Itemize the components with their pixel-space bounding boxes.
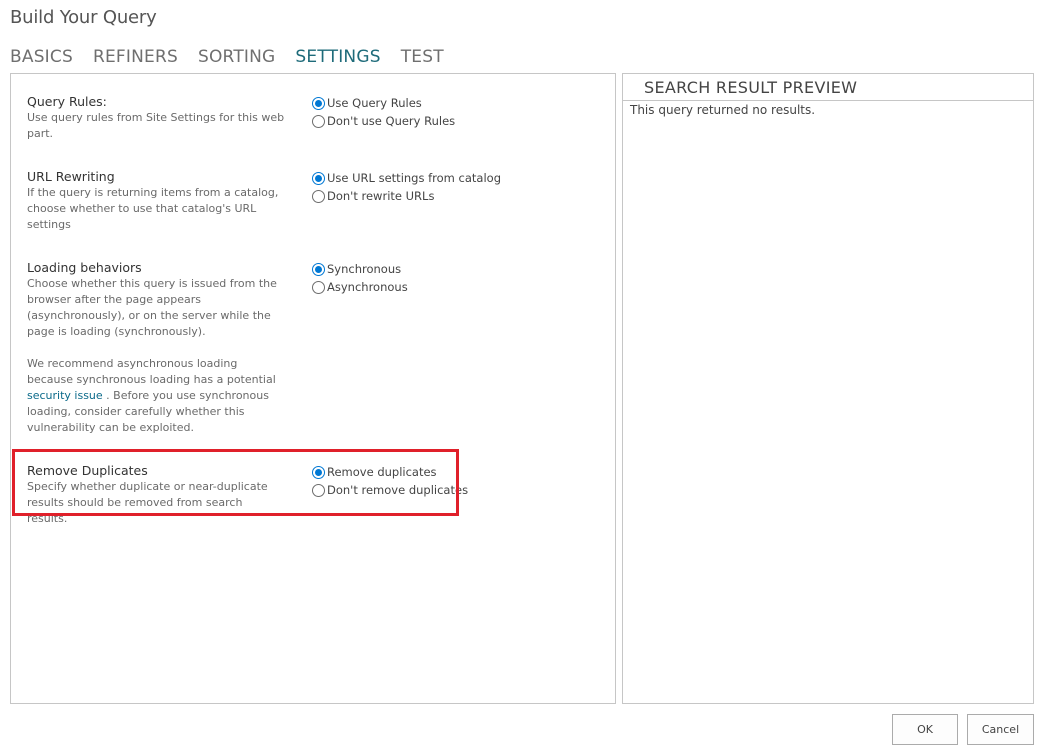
option-label: Use Query Rules xyxy=(327,96,422,110)
url-rewriting-description: If the query is returning items from a c… xyxy=(27,186,279,231)
tab-settings[interactable]: SETTINGS xyxy=(295,47,380,67)
dont-rewrite-urls-option[interactable]: Don't rewrite URLs xyxy=(312,187,501,205)
url-rewriting-section: URL Rewriting If the query is returning … xyxy=(27,169,587,233)
preview-header: SEARCH RESULT PREVIEW xyxy=(623,74,1033,101)
url-rewriting-options: Use URL settings from catalog Don't rewr… xyxy=(312,169,501,205)
recommendation-text-before: We recommend asynchronous loading becaus… xyxy=(27,357,276,386)
option-label: Asynchronous xyxy=(327,280,408,294)
query-rules-description: Use query rules from Site Settings for t… xyxy=(27,111,285,140)
loading-recommendation: We recommend asynchronous loading becaus… xyxy=(27,356,285,436)
url-rewriting-title: URL Rewriting xyxy=(27,169,115,184)
option-label: Don't rewrite URLs xyxy=(327,189,435,203)
use-url-settings-option[interactable]: Use URL settings from catalog xyxy=(312,169,501,187)
asynchronous-option[interactable]: Asynchronous xyxy=(312,278,408,296)
radio-checked-icon[interactable] xyxy=(312,262,325,276)
query-rules-options: Use Query Rules Don't use Query Rules xyxy=(312,94,455,130)
tab-basics[interactable]: BASICS xyxy=(10,47,73,67)
ok-button[interactable]: OK xyxy=(892,714,958,745)
use-query-rules-option[interactable]: Use Query Rules xyxy=(312,94,455,112)
option-label: Use URL settings from catalog xyxy=(327,171,501,185)
dont-use-query-rules-option[interactable]: Don't use Query Rules xyxy=(312,112,455,130)
tab-refiners[interactable]: REFINERS xyxy=(93,47,178,67)
loading-behaviors-title: Loading behaviors xyxy=(27,260,142,275)
loading-behaviors-description: Choose whether this query is issued from… xyxy=(27,277,277,338)
tab-sorting[interactable]: SORTING xyxy=(198,47,275,67)
query-rules-title: Query Rules: xyxy=(27,94,107,109)
tab-bar: BASICS REFINERS SORTING SETTINGS TEST xyxy=(10,47,464,67)
radio-checked-icon[interactable] xyxy=(312,96,325,110)
tab-test[interactable]: TEST xyxy=(401,47,444,67)
cancel-button[interactable]: Cancel xyxy=(967,714,1034,745)
loading-behaviors-options: Synchronous Asynchronous xyxy=(312,260,408,296)
remove-duplicates-highlight-box xyxy=(12,449,459,516)
radio-unchecked-icon[interactable] xyxy=(312,280,325,294)
loading-behaviors-section: Loading behaviors Choose whether this qu… xyxy=(27,260,587,436)
radio-unchecked-icon[interactable] xyxy=(312,189,325,203)
synchronous-option[interactable]: Synchronous xyxy=(312,260,408,278)
security-issue-link[interactable]: security issue xyxy=(27,389,103,402)
settings-panel: Query Rules: Use query rules from Site S… xyxy=(10,73,616,704)
radio-checked-icon[interactable] xyxy=(312,171,325,185)
dialog-title: Build Your Query xyxy=(10,7,157,28)
query-rules-section: Query Rules: Use query rules from Site S… xyxy=(27,94,587,142)
preview-message: This query returned no results. xyxy=(630,103,816,117)
option-label: Don't use Query Rules xyxy=(327,114,456,128)
radio-unchecked-icon[interactable] xyxy=(312,114,325,128)
search-result-preview-panel: SEARCH RESULT PREVIEW This query returne… xyxy=(622,73,1034,704)
option-label: Synchronous xyxy=(327,262,402,276)
